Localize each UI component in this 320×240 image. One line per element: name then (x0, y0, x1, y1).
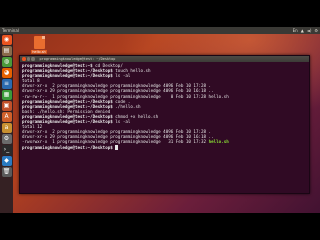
minimize-icon[interactable] (26, 57, 30, 61)
volume-icon[interactable]: ◄) (307, 28, 312, 33)
launcher: ◉ ▤ ◍ ◕ ≡ ▦ ▣ Aa ⚙ ›_ ◆ 🗑 (0, 34, 13, 213)
maximize-icon[interactable] (31, 57, 35, 61)
script-file-icon (33, 36, 45, 49)
terminal-cursor (115, 145, 118, 150)
keyboard-layout-indicator[interactable]: En (293, 28, 298, 33)
software-center-icon[interactable]: A (1, 112, 12, 122)
terminal-window[interactable]: programmingknowledge@test: ~/Desktop pro… (19, 55, 310, 194)
terminal-icon[interactable]: ›_ (1, 145, 12, 155)
terminal-prompt: programmingknowledge@test:~/Desktop$ (22, 144, 113, 150)
system-tray[interactable]: En ▲ ◄) ⚙ (293, 28, 318, 33)
close-icon[interactable] (22, 57, 26, 61)
terminal-command-line: programmingknowledge@test:~/Desktop$ (22, 145, 307, 150)
trash-icon[interactable]: 🗑 (1, 167, 12, 177)
chrome-icon[interactable]: ◍ (1, 57, 12, 67)
settings-gear-icon[interactable]: ⚙ (314, 28, 318, 33)
firefox-icon[interactable]: ◕ (1, 68, 12, 78)
terminal-command: ls -al (112, 119, 131, 125)
settings-icon[interactable]: ⚙ (1, 134, 12, 144)
network-icon[interactable]: ▲ (301, 28, 304, 33)
libreoffice-writer-icon[interactable]: ≡ (1, 79, 12, 89)
terminal-title: programmingknowledge@test: ~/Desktop (39, 57, 116, 61)
ubuntu-logo-icon[interactable]: ◉ (1, 35, 12, 45)
vscode-icon[interactable]: ◆ (1, 156, 12, 166)
files-icon[interactable]: ▤ (1, 46, 12, 56)
terminal-output[interactable]: programmingknowledge@test:~$ cd Desktop/… (20, 62, 309, 151)
executable-filename: hello.sh (208, 139, 229, 145)
active-app-title: Terminal (2, 28, 19, 33)
desktop-file-label: hello.sh (31, 50, 47, 54)
letterbox-bottom (0, 213, 320, 240)
amazon-icon[interactable]: a (1, 123, 12, 133)
terminal-command: ./hello.sh (112, 103, 141, 109)
terminal-command: ls -al (112, 73, 131, 79)
libreoffice-calc-icon[interactable]: ▦ (1, 90, 12, 100)
top-panel: Terminal En ▲ ◄) ⚙ (0, 27, 320, 34)
libreoffice-impress-icon[interactable]: ▣ (1, 101, 12, 111)
letterbox-top (0, 0, 320, 27)
